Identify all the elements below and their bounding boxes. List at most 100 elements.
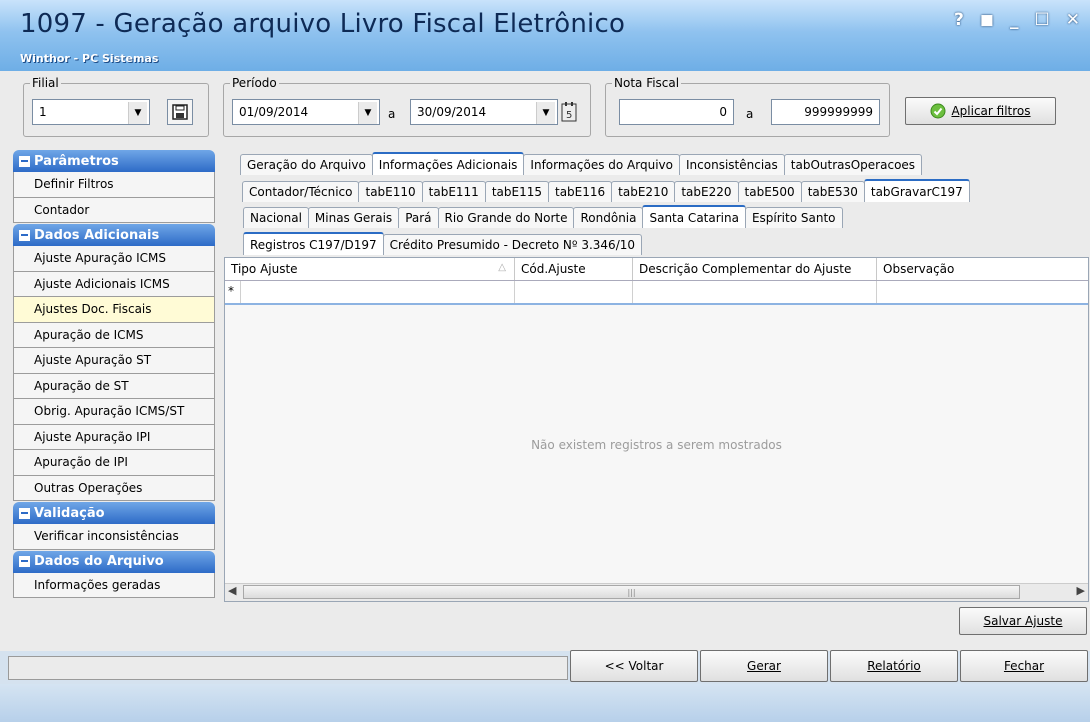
tabs-row-3: Nacional Minas Gerais Pará Rio Grande do… bbox=[243, 205, 843, 228]
section-dados-adicionais[interactable]: Dados Adicionais bbox=[13, 224, 215, 246]
apply-filters-button[interactable]: Aplicar filtros bbox=[905, 97, 1056, 125]
fechar-button[interactable]: Fechar bbox=[960, 650, 1088, 682]
check-icon bbox=[930, 103, 946, 119]
periodo-from-field[interactable]: 01/09/2014 ▼ bbox=[232, 99, 380, 125]
new-row-cell[interactable] bbox=[515, 281, 633, 303]
tab-credito-presumido[interactable]: Crédito Presumido - Decreto Nº 3.346/10 bbox=[382, 234, 643, 255]
new-row[interactable]: * bbox=[225, 281, 1088, 305]
relatorio-button[interactable]: Relatório bbox=[830, 650, 958, 682]
chevron-down-icon[interactable]: ▼ bbox=[536, 102, 555, 124]
chevron-down-icon[interactable]: ▼ bbox=[128, 102, 147, 124]
sidebar-item-contador[interactable]: Contador bbox=[13, 197, 215, 223]
periodo-to-field[interactable]: 30/09/2014 ▼ bbox=[410, 99, 558, 125]
nota-separator: a bbox=[746, 107, 754, 121]
tab-contador-tecnico[interactable]: Contador/Técnico bbox=[242, 181, 360, 202]
status-bar bbox=[8, 656, 568, 680]
tab-e115[interactable]: tabE115 bbox=[484, 181, 549, 202]
tab-gravar-c197[interactable]: tabGravarC197 bbox=[863, 179, 970, 202]
section-dados-arquivo[interactable]: Dados do Arquivo bbox=[13, 550, 215, 573]
salvar-ajuste-button[interactable]: Salvar Ajuste bbox=[959, 607, 1087, 635]
filial-group: Filial 1 ▼ bbox=[23, 76, 209, 137]
title-bar: 1097 - Geração arquivo Livro Fiscal Elet… bbox=[0, 0, 1090, 71]
tab-nacional[interactable]: Nacional bbox=[243, 207, 309, 228]
sidebar: Parâmetros Definir Filtros Contador Dado… bbox=[13, 150, 215, 598]
tab-e220[interactable]: tabE220 bbox=[674, 181, 739, 202]
empty-message: Não existem registros a serem mostrados bbox=[531, 438, 782, 452]
tab-e116[interactable]: tabE116 bbox=[548, 181, 613, 202]
scrollbar-thumb[interactable]: ||| bbox=[243, 585, 1020, 599]
column-observacao[interactable]: Observação bbox=[877, 258, 1088, 280]
new-row-cell[interactable] bbox=[633, 281, 877, 303]
tab-santa-catarina[interactable]: Santa Catarina bbox=[642, 205, 746, 228]
sidebar-item-ajuste-apuracao-st[interactable]: Ajuste Apuração ST bbox=[13, 348, 215, 374]
apply-filters-label: Aplicar filtros bbox=[951, 104, 1031, 118]
column-descricao[interactable]: Descrição Complementar do Ajuste bbox=[633, 258, 877, 280]
nota-to-field[interactable]: 999999999 bbox=[771, 99, 880, 125]
tabs-row-2: Contador/Técnico tabE110 tabE111 tabE115… bbox=[242, 179, 970, 202]
tab-outras-operacoes[interactable]: tabOutrasOperacoes bbox=[783, 154, 923, 175]
nota-fiscal-label: Nota Fiscal bbox=[612, 76, 682, 90]
tab-e210[interactable]: tabE210 bbox=[611, 181, 676, 202]
sidebar-item-apuracao-st[interactable]: Apuração de ST bbox=[13, 373, 215, 399]
tab-rondonia[interactable]: Rondônia bbox=[573, 207, 644, 228]
tab-minas-gerais[interactable]: Minas Gerais bbox=[307, 207, 400, 228]
tabs-row-4: Registros C197/D197 Crédito Presumido - … bbox=[243, 232, 643, 255]
collapse-icon bbox=[19, 155, 30, 167]
window-title: 1097 - Geração arquivo Livro Fiscal Elet… bbox=[20, 9, 626, 39]
sidebar-item-outras-operacoes[interactable]: Outras Operações bbox=[13, 475, 215, 501]
close-icon[interactable]: ✕ bbox=[1066, 10, 1080, 30]
tab-e530[interactable]: tabE530 bbox=[800, 181, 865, 202]
tab-e110[interactable]: tabE110 bbox=[358, 181, 423, 202]
nota-from-field[interactable]: 0 bbox=[619, 99, 734, 125]
chevron-down-icon[interactable]: ▼ bbox=[358, 102, 377, 124]
sidebar-item-ajustes-doc-fiscais[interactable]: Ajustes Doc. Fiscais bbox=[13, 297, 215, 323]
sidebar-item-ajuste-apuracao-icms[interactable]: Ajuste Apuração ICMS bbox=[13, 246, 215, 272]
tab-inconsistencias[interactable]: Inconsistências bbox=[679, 154, 785, 175]
sidebar-item-obrig-apuracao[interactable]: Obrig. Apuração ICMS/ST bbox=[13, 399, 215, 425]
column-tipo-ajuste-label: Tipo Ajuste bbox=[231, 262, 298, 276]
horizontal-scrollbar[interactable]: ◀ ||| ▶ bbox=[225, 583, 1088, 601]
tab-informacoes-arquivo[interactable]: Informações do Arquivo bbox=[523, 154, 680, 175]
sidebar-item-apuracao-icms[interactable]: Apuração de ICMS bbox=[13, 322, 215, 348]
section-parametros-title: Parâmetros bbox=[34, 153, 119, 169]
new-row-cell[interactable] bbox=[877, 281, 1088, 303]
tab-espirito-santo[interactable]: Espírito Santo bbox=[744, 207, 843, 228]
periodo-label: Período bbox=[230, 76, 279, 90]
section-dados-adicionais-title: Dados Adicionais bbox=[34, 227, 160, 243]
scroll-right-icon[interactable]: ▶ bbox=[1077, 584, 1085, 597]
collapse-icon bbox=[19, 556, 30, 567]
gerar-button[interactable]: Gerar bbox=[700, 650, 828, 682]
help-icon[interactable]: ? bbox=[954, 10, 964, 30]
column-cod-ajuste[interactable]: Cód.Ajuste bbox=[515, 258, 633, 280]
sidebar-item-definir-filtros[interactable]: Definir Filtros bbox=[13, 172, 215, 198]
voltar-label: << Voltar bbox=[604, 659, 664, 673]
restore-icon[interactable]: ◼ bbox=[980, 10, 994, 30]
maximize-icon[interactable]: ☐ bbox=[1035, 10, 1050, 30]
new-row-cell[interactable] bbox=[241, 281, 515, 303]
voltar-button[interactable]: << Voltar bbox=[570, 650, 698, 682]
tab-e111[interactable]: tabE111 bbox=[421, 181, 486, 202]
tab-informacoes-adicionais[interactable]: Informações Adicionais bbox=[371, 152, 525, 175]
filial-select[interactable]: 1 ▼ bbox=[32, 99, 150, 125]
sidebar-item-ajuste-adicionais-icms[interactable]: Ajuste Adicionais ICMS bbox=[13, 271, 215, 297]
sidebar-item-ajuste-apuracao-ipi[interactable]: Ajuste Apuração IPI bbox=[13, 424, 215, 450]
sidebar-item-verificar-inconsistencias[interactable]: Verificar inconsistências bbox=[13, 524, 215, 550]
tab-para[interactable]: Pará bbox=[398, 207, 439, 228]
periodo-separator: a bbox=[388, 107, 396, 121]
scroll-left-icon[interactable]: ◀ bbox=[228, 584, 236, 597]
section-parametros[interactable]: Parâmetros bbox=[13, 150, 215, 172]
sidebar-item-apuracao-ipi[interactable]: Apuração de IPI bbox=[13, 450, 215, 476]
calendar-icon[interactable]: 5 bbox=[560, 101, 580, 123]
save-filial-button[interactable] bbox=[167, 99, 193, 125]
sidebar-item-informacoes-geradas[interactable]: Informações geradas bbox=[13, 572, 215, 598]
column-tipo-ajuste[interactable]: Tipo Ajuste △ bbox=[225, 258, 515, 280]
nota-fiscal-group: Nota Fiscal 0 a 999999999 bbox=[605, 76, 890, 137]
tab-e500[interactable]: tabE500 bbox=[737, 181, 802, 202]
section-validacao[interactable]: Validação bbox=[13, 502, 215, 524]
minimize-icon[interactable]: _ bbox=[1010, 10, 1019, 30]
window-controls: ? ◼ _ ☐ ✕ bbox=[954, 10, 1080, 30]
tab-rio-grande-do-norte[interactable]: Rio Grande do Norte bbox=[437, 207, 575, 228]
tab-geracao-arquivo[interactable]: Geração do Arquivo bbox=[240, 154, 373, 175]
relatorio-label: Relatório bbox=[867, 659, 921, 673]
tab-registros-c197[interactable]: Registros C197/D197 bbox=[243, 232, 384, 255]
